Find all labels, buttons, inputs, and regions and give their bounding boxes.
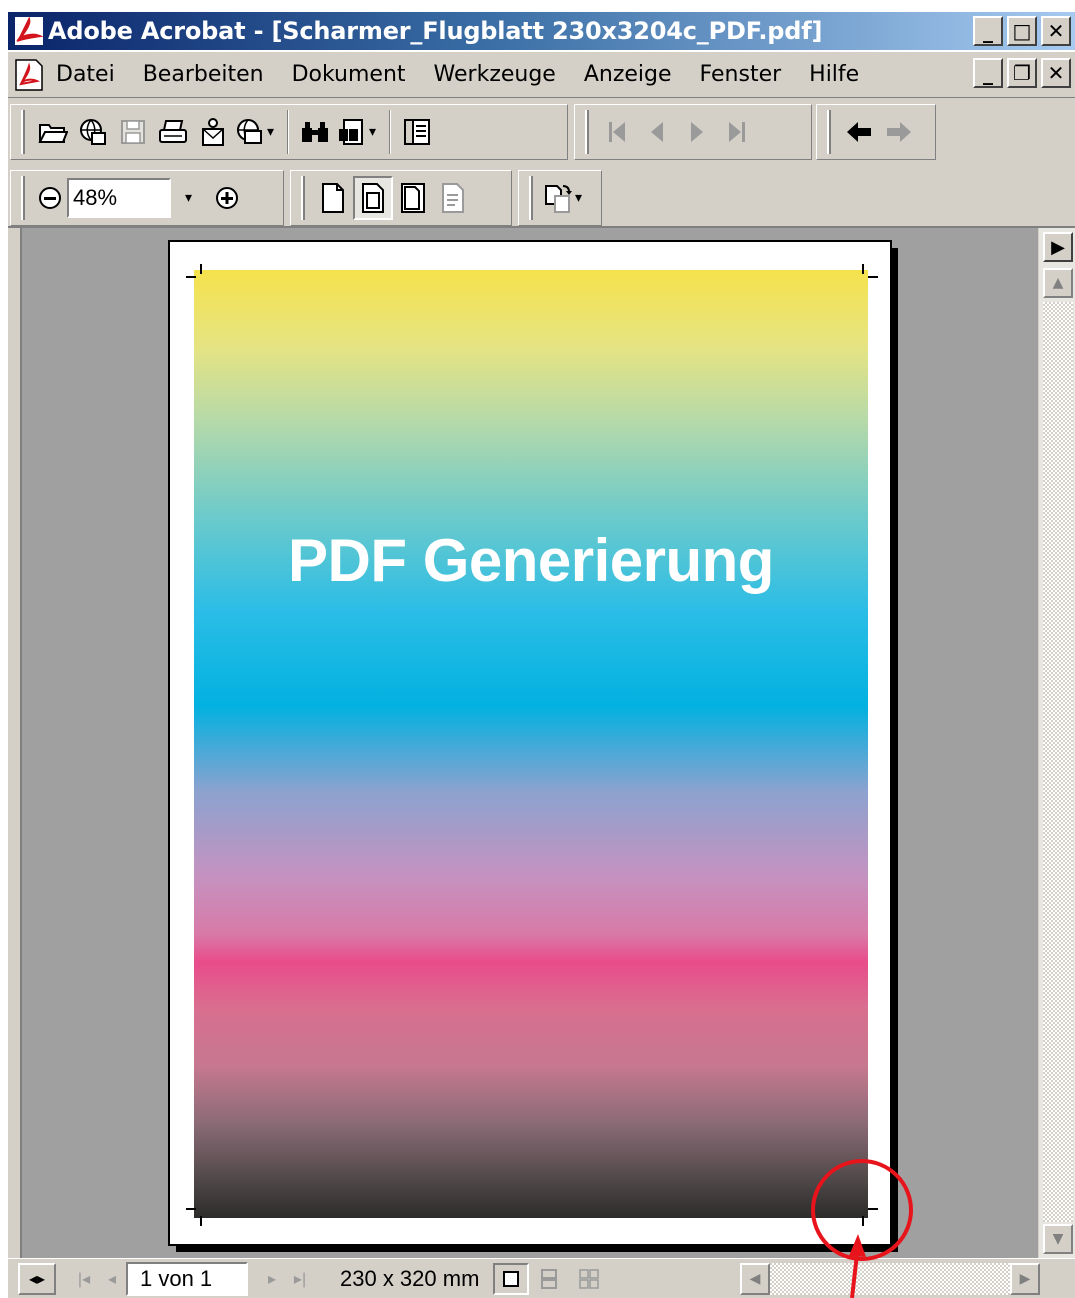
pdf-page[interactable]: PDF Generierung bbox=[168, 240, 892, 1246]
minimize-button[interactable]: _ bbox=[973, 16, 1003, 46]
chevron-down-icon[interactable]: ▾ bbox=[575, 190, 589, 206]
gradient-artwork: PDF Generierung bbox=[194, 270, 868, 1218]
rotate-toolbar: ▾ bbox=[518, 170, 602, 226]
toolbar-grip[interactable] bbox=[585, 110, 589, 154]
zoom-input[interactable]: 48% bbox=[67, 178, 171, 218]
acrobat-logo-icon[interactable] bbox=[14, 16, 44, 46]
close-icon: ✕ bbox=[1047, 61, 1065, 85]
crop-mark bbox=[200, 264, 202, 274]
toolbar-grip[interactable] bbox=[21, 176, 25, 220]
scroll-right-icon[interactable]: ▶ bbox=[1010, 1263, 1040, 1295]
continuous-facing-icon[interactable] bbox=[569, 1263, 609, 1295]
menu-datei[interactable]: Datei bbox=[56, 62, 115, 87]
email-icon[interactable] bbox=[193, 110, 233, 154]
reflow-icon[interactable] bbox=[433, 176, 473, 220]
previous-page-icon[interactable] bbox=[637, 110, 677, 154]
next-page-icon[interactable] bbox=[677, 110, 717, 154]
next-page-icon[interactable]: ▸ bbox=[258, 1263, 286, 1295]
view-toolbar bbox=[290, 170, 512, 226]
crop-mark bbox=[868, 276, 878, 278]
crop-mark bbox=[186, 276, 196, 278]
toolbar-grip[interactable] bbox=[827, 110, 831, 154]
first-page-icon[interactable]: |◂ bbox=[70, 1263, 98, 1295]
menu-anzeige[interactable]: Anzeige bbox=[584, 62, 672, 87]
menu-bar: Datei Bearbeiten Dokument Werkzeuge Anze… bbox=[8, 52, 1075, 98]
last-page-icon[interactable] bbox=[717, 110, 757, 154]
crop-mark bbox=[186, 1208, 196, 1210]
close-button[interactable]: ✕ bbox=[1041, 16, 1071, 46]
history-toolbar bbox=[816, 104, 936, 160]
toolbar-row-1: ▾ ▾ bbox=[8, 98, 1075, 164]
toolbar-grip[interactable] bbox=[529, 176, 533, 220]
minimize-icon: _ bbox=[983, 19, 993, 43]
vertical-scrollbar[interactable]: ▶ ▲ ▼ bbox=[1038, 228, 1075, 1258]
chevron-down-icon[interactable]: ▾ bbox=[369, 124, 383, 140]
open-folder-icon[interactable] bbox=[33, 110, 73, 154]
crop-mark bbox=[200, 1216, 202, 1226]
doc-close-button[interactable]: ✕ bbox=[1041, 58, 1071, 88]
actual-size-icon[interactable] bbox=[313, 176, 353, 220]
status-bar: ◂▸ |◂ ◂ 1 von 1 ▸ ▸| 230 x 320 mm ◀ ▶ bbox=[8, 1258, 1075, 1298]
maximize-button[interactable]: □ bbox=[1007, 16, 1037, 46]
toolbar-separator bbox=[287, 110, 289, 154]
crop-mark bbox=[868, 1208, 878, 1210]
document-menu-icon[interactable] bbox=[12, 58, 46, 92]
chevron-down-icon[interactable]: ▾ bbox=[267, 124, 281, 140]
page-number-field[interactable]: 1 von 1 bbox=[126, 1261, 248, 1296]
rotate-icon[interactable] bbox=[541, 176, 575, 220]
forward-icon[interactable] bbox=[879, 110, 919, 154]
menu-hilfe[interactable]: Hilfe bbox=[809, 62, 859, 87]
menu-dokument[interactable]: Dokument bbox=[292, 62, 406, 87]
single-page-icon[interactable] bbox=[493, 1262, 530, 1295]
doc-restore-button[interactable]: ❐ bbox=[1007, 58, 1037, 88]
navigation-pane-edge[interactable] bbox=[8, 228, 22, 1258]
scroll-down-icon[interactable]: ▼ bbox=[1043, 1224, 1073, 1254]
scroll-up-icon[interactable]: ▲ bbox=[1043, 268, 1073, 298]
crop-mark bbox=[862, 264, 864, 274]
menu-fenster[interactable]: Fenster bbox=[700, 62, 782, 87]
crop-mark bbox=[862, 1216, 864, 1226]
toolbar-separator bbox=[389, 110, 391, 154]
minimize-icon: _ bbox=[983, 61, 993, 85]
page-size-label: 230 x 320 mm bbox=[340, 1265, 480, 1291]
hand-pages-icon[interactable] bbox=[397, 110, 437, 154]
menu-bearbeiten[interactable]: Bearbeiten bbox=[143, 62, 264, 87]
find-binoculars-icon[interactable] bbox=[295, 110, 335, 154]
doc-minimize-button[interactable]: _ bbox=[973, 58, 1003, 88]
file-toolbar: ▾ ▾ bbox=[10, 104, 568, 160]
split-view-icon[interactable]: ◂▸ bbox=[18, 1262, 56, 1295]
toolbar-row-2: 48% ▾ ▾ bbox=[8, 164, 1075, 228]
save-icon[interactable] bbox=[113, 110, 153, 154]
navigation-toolbar bbox=[574, 104, 812, 160]
zoom-toolbar: 48% ▾ bbox=[10, 170, 284, 226]
previous-page-icon[interactable]: ◂ bbox=[98, 1263, 126, 1295]
maximize-icon: □ bbox=[1012, 19, 1032, 43]
title-bar: Adobe Acrobat - [Scharmer_Flugblatt 230x… bbox=[8, 12, 1075, 50]
restore-icon: ❐ bbox=[1013, 61, 1031, 85]
chevron-down-icon[interactable]: ▾ bbox=[185, 190, 199, 206]
toolbar-grip[interactable] bbox=[21, 110, 25, 154]
toolbar-grip[interactable] bbox=[301, 176, 305, 220]
horizontal-scrollbar[interactable]: ◀ ▶ bbox=[740, 1263, 1040, 1295]
back-icon[interactable] bbox=[839, 110, 879, 154]
fit-page-icon[interactable] bbox=[353, 176, 393, 220]
search-web-icon[interactable] bbox=[233, 110, 267, 154]
scroll-left-icon[interactable]: ◀ bbox=[740, 1263, 770, 1295]
close-icon: ✕ bbox=[1047, 19, 1065, 43]
navigation-pane-toggle-icon[interactable]: ▶ bbox=[1043, 232, 1073, 262]
window-title: Adobe Acrobat - [Scharmer_Flugblatt 230x… bbox=[48, 17, 823, 45]
zoom-out-icon[interactable] bbox=[33, 176, 67, 220]
fit-width-icon[interactable] bbox=[393, 176, 433, 220]
first-page-icon[interactable] bbox=[597, 110, 637, 154]
zoom-in-icon[interactable] bbox=[207, 176, 247, 220]
document-headline: PDF Generierung bbox=[288, 527, 774, 594]
scroll-track[interactable] bbox=[1043, 302, 1073, 1222]
continuous-icon[interactable] bbox=[529, 1263, 569, 1295]
web-open-icon[interactable] bbox=[73, 110, 113, 154]
search-icon[interactable] bbox=[335, 110, 369, 154]
print-icon[interactable] bbox=[153, 110, 193, 154]
last-page-icon[interactable]: ▸| bbox=[286, 1263, 314, 1295]
menu-werkzeuge[interactable]: Werkzeuge bbox=[434, 62, 556, 87]
